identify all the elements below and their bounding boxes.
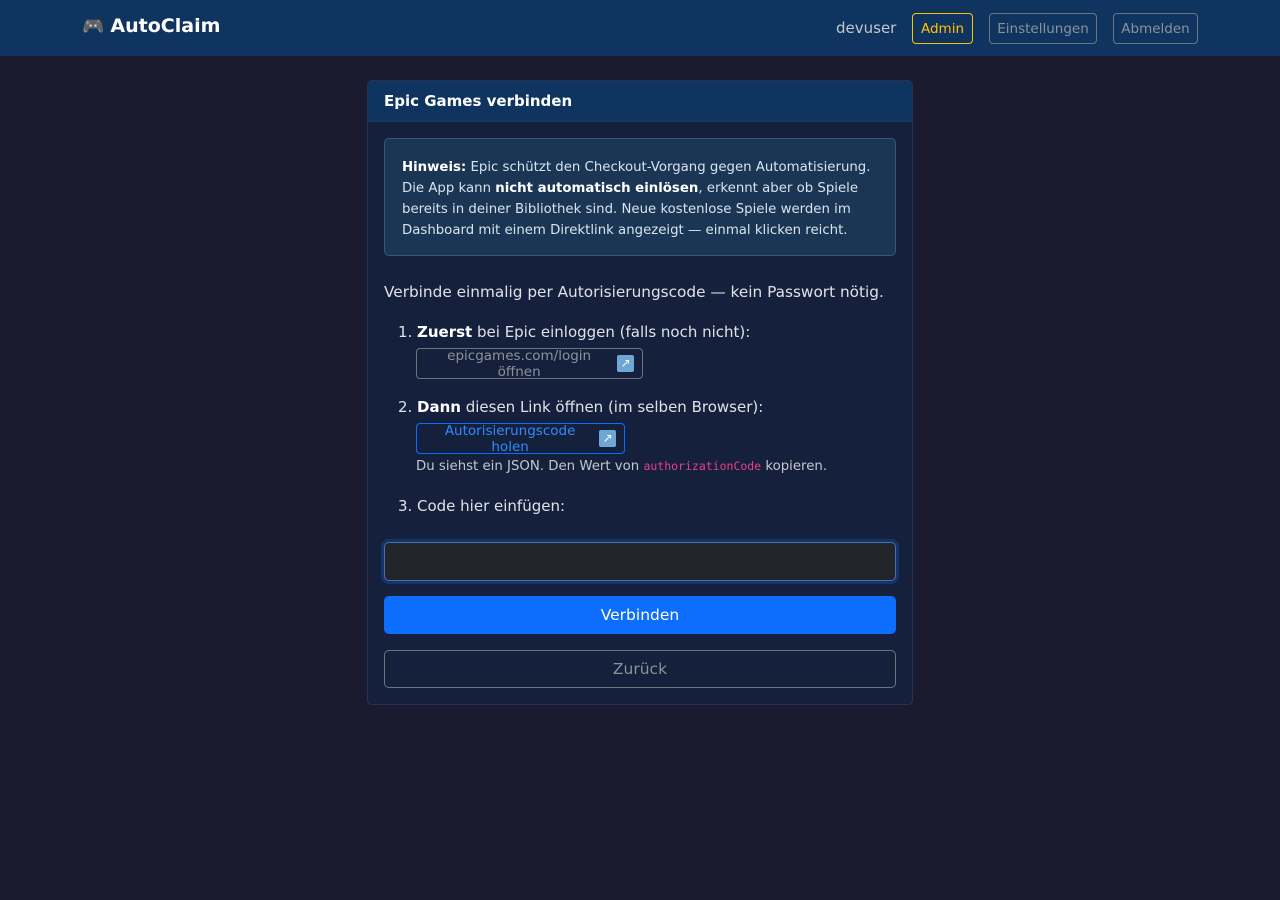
step-2-bold: Dann: [417, 398, 461, 416]
step-1-bold: Zuerst: [417, 323, 473, 341]
auth-code-input[interactable]: [384, 542, 896, 581]
step-2-text: diesen Link öffnen (im selben Browser):: [460, 398, 764, 416]
settings-button[interactable]: Einstellungen: [989, 13, 1097, 44]
epic-login-link[interactable]: epicgames.com/login öffnen ↗: [416, 347, 643, 380]
brand-link[interactable]: 🎮 AutoClaim: [82, 15, 220, 37]
current-user: devuser: [836, 19, 897, 37]
step-1-text: bei Epic einloggen (falls noch nicht):: [472, 323, 751, 341]
top-navbar: 🎮 AutoClaim devuser Admin Einstellungen …: [0, 0, 1280, 56]
hint-text-post: kopieren.: [761, 459, 828, 474]
step-3-number: 3.: [398, 497, 413, 515]
auth-code-label: Autorisierungscode holen: [444, 422, 576, 455]
external-link-icon: ↗: [617, 355, 634, 372]
admin-button[interactable]: Admin: [912, 13, 973, 44]
step-1-number: 1.: [398, 323, 413, 341]
back-button[interactable]: Zurück: [384, 650, 896, 688]
step-2-number: 2.: [398, 398, 413, 416]
epic-login-label: epicgames.com/login öffnen: [447, 347, 592, 380]
external-link-icon: ↗: [599, 430, 616, 447]
notice-box: Hinweis: Epic schützt den Checkout-Vorga…: [384, 138, 896, 256]
connect-button[interactable]: Verbinden: [384, 596, 896, 634]
hint-code: authorizationCode: [643, 459, 762, 473]
notice-emphasis: nicht automatisch einlösen: [495, 181, 699, 196]
json-hint: Du siehst ein JSON. Den Wert von authori…: [416, 459, 827, 474]
gamepad-icon: 🎮: [82, 15, 105, 37]
hint-text-pre: Du siehst ein JSON. Den Wert von: [416, 459, 644, 474]
logout-button[interactable]: Abmelden: [1113, 13, 1198, 44]
notice-lead: Hinweis:: [402, 160, 467, 175]
auth-code-link[interactable]: Autorisierungscode holen ↗: [416, 422, 625, 455]
intro-text: Verbinde einmalig per Autorisierungscode…: [384, 283, 884, 301]
epic-connect-card: Epic Games verbinden Hinweis: Epic schüt…: [367, 80, 913, 705]
brand-name: AutoClaim: [110, 15, 221, 37]
step-2: 2. Dann diesen Link öffnen (im selben Br…: [398, 398, 763, 416]
step-3-text: Code hier einfügen:: [417, 497, 566, 515]
step-1: 1. Zuerst bei Epic einloggen (falls noch…: [398, 323, 750, 341]
card-title: Epic Games verbinden: [368, 81, 912, 122]
step-3: 3. Code hier einfügen:: [398, 497, 565, 515]
